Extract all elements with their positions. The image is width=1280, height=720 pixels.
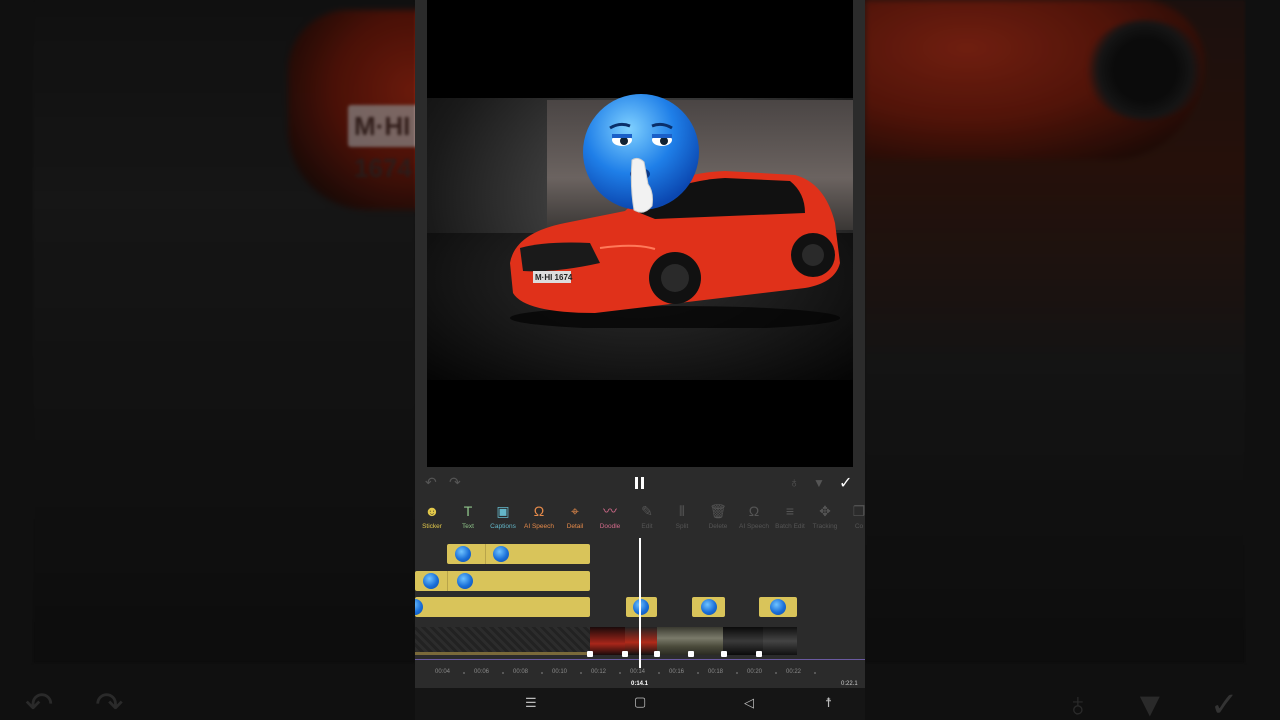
sticker-thumb-icon: [701, 599, 717, 615]
sticker-thumb-icon: [423, 573, 439, 589]
sticker-clip[interactable]: [415, 597, 590, 617]
copy-icon: ❐: [852, 503, 865, 519]
video-thumbnail: [590, 627, 625, 655]
keyframe-marker[interactable]: [622, 651, 628, 657]
ruler-dot: [463, 672, 465, 674]
playhead[interactable]: [639, 538, 641, 668]
accessibility-icon[interactable]: ☨: [825, 696, 832, 710]
sticker-clip[interactable]: [692, 597, 725, 617]
ruler-tick-label: 00:20: [747, 669, 763, 675]
ruler-dot: [697, 672, 699, 674]
system-navbar: ☰ ▢ ◁ ☨: [415, 688, 865, 720]
ruler-dot: [619, 672, 621, 674]
recent-apps-icon[interactable]: ☰: [525, 696, 537, 710]
shush-emoji-sticker[interactable]: [582, 92, 700, 216]
background-right: ♁ ▼ ✓: [865, 0, 1280, 720]
ruler-tick-label: 00:22: [786, 669, 802, 675]
keyframe-marker[interactable]: [721, 651, 727, 657]
ruler-dot: [580, 672, 582, 674]
keyframe-marker[interactable]: [756, 651, 762, 657]
sticker-thumb-icon: [770, 599, 786, 615]
sticker-clip[interactable]: [447, 544, 590, 564]
ruler-dot: [775, 672, 777, 674]
sticker-thumb-icon: [493, 546, 509, 562]
sticker-thumb-icon: [415, 599, 423, 615]
ruler-dot: [736, 672, 738, 674]
svg-text:M·HI 1674: M·HI 1674: [535, 273, 573, 282]
ruler-dot: [814, 672, 816, 674]
video-thumbnail: [625, 627, 657, 655]
ruler-tick-label: 00:12: [591, 669, 607, 675]
redo-icon[interactable]: ↷: [449, 474, 461, 491]
blurred-undo-icon: ↶: [25, 686, 54, 720]
ruler-tick-label: 00:06: [474, 669, 490, 675]
confirm-check-icon[interactable]: ✓: [839, 473, 852, 493]
pause-icon: [635, 477, 638, 489]
ruler-tick-label: 00:08: [513, 669, 529, 675]
edit-toolbar: ☻ Sticker T Text ▣ Captions Ω AI Speech ⌖ Detail 〰…: [415, 500, 865, 538]
keyframe-marker[interactable]: [688, 651, 694, 657]
sticker-thumb-icon: [633, 599, 649, 615]
pause-button[interactable]: [635, 477, 645, 489]
blurred-keyframe-icon: ♁: [1065, 686, 1091, 720]
timeline[interactable]: 00:04 00:06 00:08 00:10 00:12 00:14 00:16 00:18…: [415, 538, 865, 688]
blurred-diamond-icon: ▼: [1133, 686, 1167, 720]
ruler-dot: [658, 672, 660, 674]
background-left: M·HI 1674 ↶ ↷: [0, 0, 415, 720]
empty-track-area: [415, 627, 590, 655]
keyframe-marker[interactable]: [587, 651, 593, 657]
blurred-frame-right: [865, 0, 1245, 663]
ruler-tick-label: 00:16: [669, 669, 685, 675]
phone-screen: M·HI 1674 ↶ ↷ ♁ ▼ ✓ ☻ Sticker T Text ▣ C…: [415, 0, 865, 720]
video-thumbnail: [763, 627, 797, 655]
ruler-tick-label: 00:18: [708, 669, 724, 675]
tool-label: Co: [854, 523, 864, 530]
sticker-clip[interactable]: [759, 597, 797, 617]
sticker-thumb-icon: [455, 546, 471, 562]
blurred-check-icon: ✓: [1210, 686, 1239, 720]
blurred-frame-left: M·HI 1674: [33, 0, 415, 663]
video-preview[interactable]: M·HI 1674: [427, 0, 853, 467]
tool-co[interactable]: ❐ Co: [836, 502, 865, 532]
sticker-thumb-icon: [457, 573, 473, 589]
ruler-tick-label: 00:10: [552, 669, 568, 675]
home-icon[interactable]: ▢: [634, 695, 646, 709]
ruler-tick-label: 00:14: [630, 669, 646, 675]
keyframe-icon[interactable]: ♁: [789, 474, 800, 490]
playback-controls: ↶ ↷ ♁ ▼ ✓: [415, 468, 865, 500]
sticker-clip[interactable]: [415, 571, 590, 591]
undo-icon[interactable]: ↶: [425, 474, 437, 491]
keyframe-marker[interactable]: [654, 651, 660, 657]
ruler-dot: [541, 672, 543, 674]
blurred-redo-icon: ↷: [95, 686, 124, 720]
ruler-tick-label: 00:04: [435, 669, 451, 675]
total-duration: 0:22.1: [841, 681, 858, 687]
current-time: 0:14.1: [631, 681, 649, 687]
ruler-dot: [502, 672, 504, 674]
back-icon[interactable]: ◁: [744, 696, 754, 710]
sticker-clip[interactable]: [626, 597, 657, 617]
diamond-keyframe-icon[interactable]: ▼: [813, 476, 825, 490]
